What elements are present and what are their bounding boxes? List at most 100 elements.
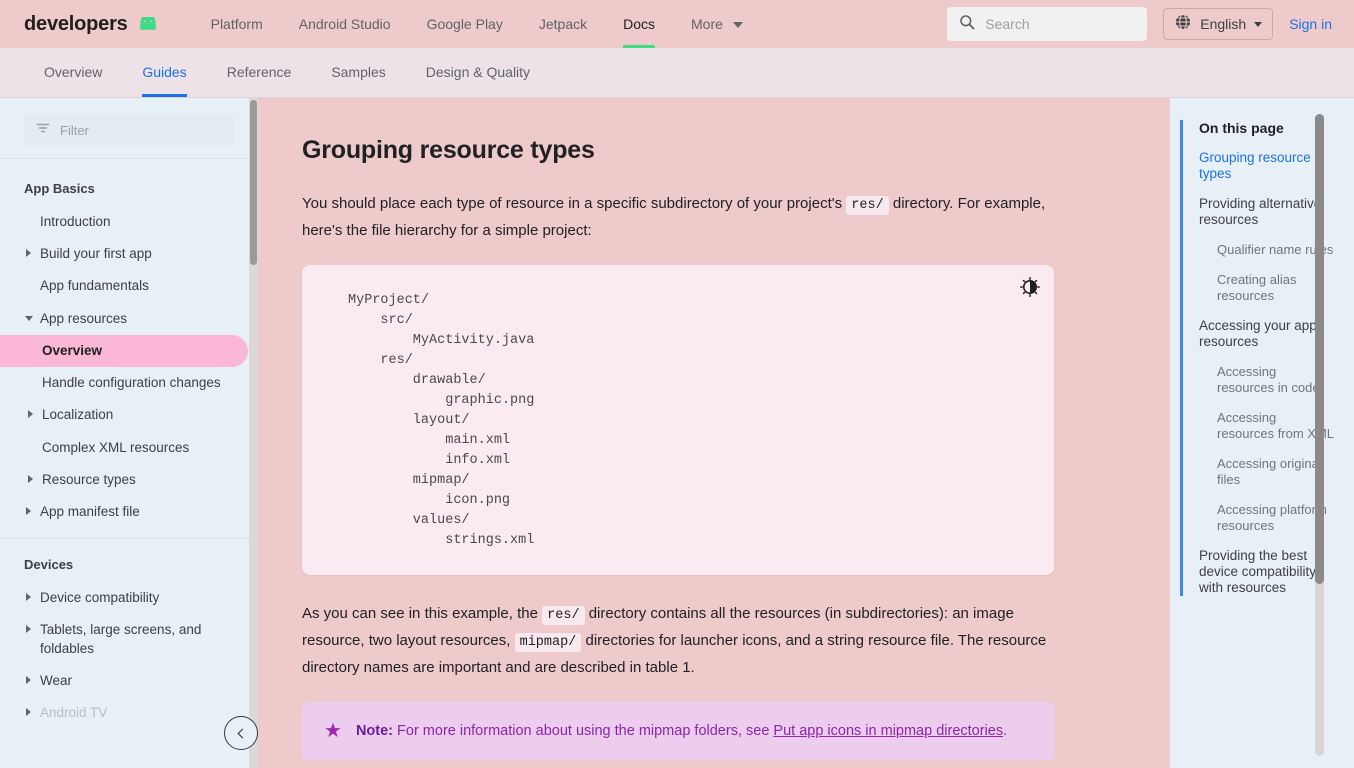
code-content: MyProject/ src/ MyActivity.java res/ dra…: [348, 293, 535, 548]
sidebar-item-label: App resources: [40, 310, 128, 326]
sidebar-section-devices: Devices: [24, 557, 74, 573]
sidebar-item-overview[interactable]: Overview: [0, 334, 248, 368]
sidebar-item-device-compatibility[interactable]: Device compatibility: [0, 582, 258, 614]
paragraph-text-a: You should place each type of resource i…: [302, 195, 847, 212]
toc-scrollbar-thumb[interactable]: [1315, 114, 1324, 584]
sidebar-item-label: Overview: [42, 342, 103, 358]
sidebar-item-label: App manifest file: [40, 503, 140, 519]
nav-label: Platform: [210, 16, 263, 32]
language-selector[interactable]: English: [1163, 8, 1274, 40]
secondary-tabs: Overview Guides Reference Samples Design…: [0, 48, 1354, 98]
paragraph-text-a: As you can see in this example, the: [302, 605, 543, 622]
brand-text: developers: [24, 12, 128, 35]
sidebar-item-resource-types[interactable]: Resource types: [0, 464, 258, 496]
note-link[interactable]: Put app icons in mipmap directories: [773, 723, 1003, 739]
article: Grouping resource types You should place…: [258, 98, 1094, 760]
tab-label: Overview: [44, 64, 103, 80]
nav-item-jetpack[interactable]: Jetpack: [521, 0, 605, 48]
header-right-group: English Sign in: [947, 7, 1338, 41]
sidebar-item-label: Resource types: [42, 471, 136, 487]
tab-guides[interactable]: Guides: [122, 47, 206, 97]
sidebar-item-app-manifest-file[interactable]: App manifest file: [0, 496, 258, 528]
chevron-down-icon: [1254, 21, 1263, 27]
sidebar-item-app-fundamentals[interactable]: App fundamentals: [0, 270, 258, 302]
note-callout: ★ Note: For more information about using…: [302, 702, 1054, 760]
sidebar-item-label: Android TV: [40, 705, 108, 721]
sidebar-item-handle-configuration-changes[interactable]: Handle configuration changes: [0, 367, 258, 399]
nav-label: Jetpack: [538, 16, 588, 32]
tab-reference[interactable]: Reference: [207, 47, 312, 97]
chevron-down-icon: [732, 22, 743, 29]
sidebar-item-complex-xml-resources[interactable]: Complex XML resources: [0, 432, 258, 464]
search-input[interactable]: [985, 16, 1136, 32]
sidebar-item-build-your-first-app[interactable]: Build your first app: [0, 238, 258, 270]
sidebar-item-label: Tablets, large screens, and foldables: [40, 622, 202, 656]
sidebar-section-app-basics: App Basics: [24, 181, 95, 196]
chevron-left-icon: [237, 728, 248, 738]
nav-label: Google Play: [426, 16, 503, 32]
sidebar-item-localization[interactable]: Localization: [0, 399, 258, 431]
sidebar-item-label: Wear: [40, 672, 73, 688]
sidebar-divider: [0, 538, 258, 540]
filter-input[interactable]: [60, 122, 222, 138]
note-text: Note: For more information about using t…: [356, 720, 1007, 742]
tab-samples[interactable]: Samples: [311, 47, 405, 97]
filter-field[interactable]: [24, 114, 234, 146]
tab-label: Reference: [226, 64, 292, 80]
toc-scrollbar[interactable]: [1315, 114, 1324, 756]
top-header: developers Platform Android Studio Googl…: [0, 0, 1354, 48]
main-navigation: Platform Android Studio Google Play Jetp…: [193, 0, 761, 48]
code-block: MyProject/ src/ MyActivity.java res/ dra…: [302, 265, 1054, 575]
brand-logo[interactable]: developers: [24, 13, 159, 36]
nav-label: More: [691, 16, 723, 32]
sidebar-item-introduction[interactable]: Introduction: [0, 206, 258, 238]
main-content: Grouping resource types You should place…: [258, 98, 1170, 768]
nav-label: Android Studio: [298, 16, 391, 32]
page-title: Grouping resource types: [302, 136, 595, 164]
tab-label: Samples: [331, 64, 386, 80]
sidebar-collapse-button[interactable]: [224, 716, 258, 750]
sidebar-nav-list: App Basics Introduction Build your first…: [0, 159, 258, 729]
sidebar-item-label: Device compatibility: [40, 590, 160, 606]
nav-item-platform[interactable]: Platform: [193, 0, 281, 48]
sign-in-button[interactable]: Sign in: [1289, 16, 1338, 32]
nav-item-more[interactable]: More: [673, 0, 761, 48]
filter-section: [0, 98, 258, 159]
left-sidebar: App Basics Introduction Build your first…: [0, 98, 258, 768]
page-body: App Basics Introduction Build your first…: [0, 98, 1354, 768]
sidebar-item-app-resources[interactable]: App resources: [0, 303, 258, 335]
tab-label: Design & Quality: [425, 64, 531, 80]
tab-label: Guides: [142, 64, 187, 80]
sidebar-item-wear[interactable]: Wear: [0, 665, 258, 697]
note-text-b: .: [1003, 723, 1008, 739]
sidebar-scrollbar[interactable]: [249, 98, 258, 768]
filter-icon: [36, 121, 50, 140]
inline-code-res: res/: [846, 196, 889, 215]
tab-overview[interactable]: Overview: [24, 47, 122, 97]
search-box[interactable]: [947, 7, 1148, 41]
sidebar-item-label: Complex XML resources: [42, 439, 190, 455]
nav-item-docs[interactable]: Docs: [605, 0, 673, 48]
sidebar-item-android-tv[interactable]: Android TV: [0, 697, 258, 729]
globe-icon: [1174, 13, 1192, 36]
tab-design-quality[interactable]: Design & Quality: [406, 47, 550, 97]
nav-item-google-play[interactable]: Google Play: [409, 0, 521, 48]
note-label: Note:: [355, 723, 393, 739]
right-sidebar: On this page Grouping resource types Pro…: [1170, 98, 1354, 768]
sidebar-item-label: Build your first app: [40, 246, 152, 262]
sidebar-item-label: Handle configuration changes: [42, 375, 221, 391]
sidebar-item-tablets-large-screens-foldables[interactable]: Tablets, large screens, and foldables: [0, 614, 258, 664]
sidebar-item-label: Localization: [42, 407, 114, 423]
sidebar-scrollbar-thumb[interactable]: [250, 100, 257, 265]
nav-item-android-studio[interactable]: Android Studio: [281, 0, 409, 48]
explanation-paragraph: As you can see in this example, the res/…: [302, 601, 1054, 680]
sidebar-item-label: App fundamentals: [40, 278, 149, 294]
search-icon: [959, 14, 975, 35]
sidebar-item-label: Introduction: [40, 214, 111, 229]
star-icon: ★: [324, 720, 342, 742]
note-text-a: For more information about using the mip…: [393, 723, 774, 739]
inline-code-res: res/: [542, 606, 585, 625]
intro-paragraph: You should place each type of resource i…: [302, 191, 1054, 243]
inline-code-mipmap: mipmap/: [514, 633, 582, 652]
brightness-contrast-icon[interactable]: [1020, 277, 1040, 297]
